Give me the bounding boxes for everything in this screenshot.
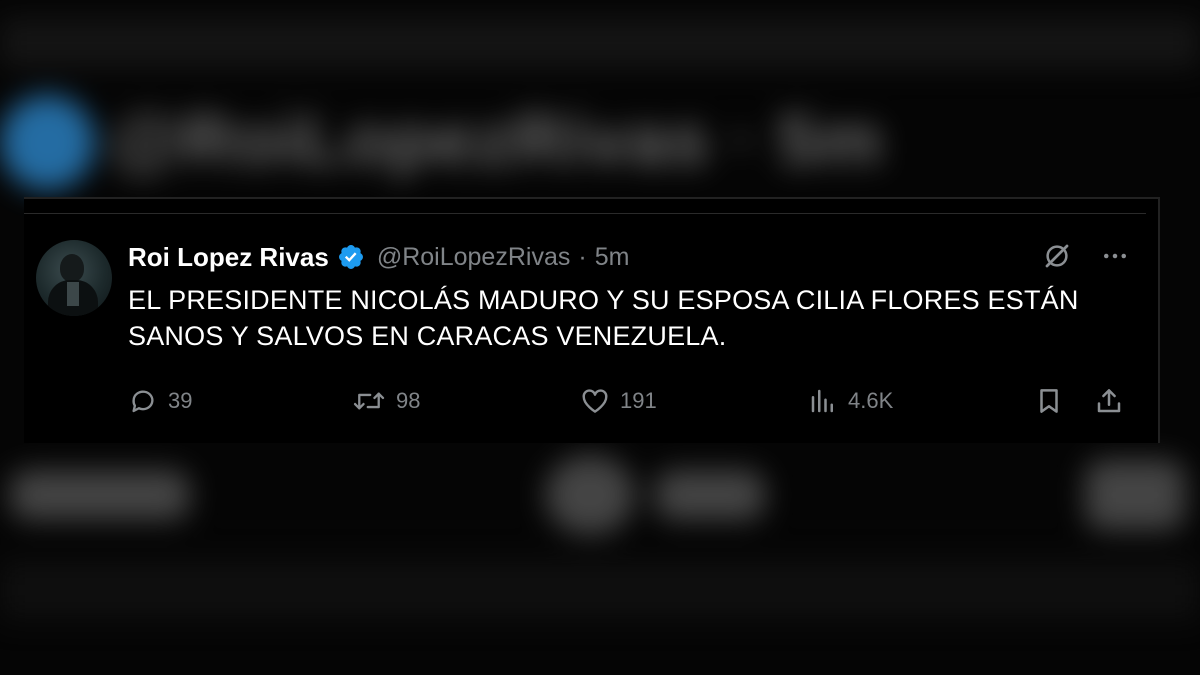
grok-icon[interactable] (1042, 241, 1072, 271)
blurred-retweet-blob (10, 470, 190, 520)
like-icon (582, 389, 608, 413)
views-icon (811, 389, 833, 413)
retweet-button[interactable]: 98 (352, 383, 420, 419)
card-divider (24, 213, 1146, 214)
blurred-like-blob (545, 455, 635, 535)
blurred-actions (0, 450, 1200, 540)
bookmark-icon (1040, 389, 1058, 413)
tweet-header: Roi Lopez Rivas @RoiLopezRivas · 5m (128, 239, 629, 275)
views-count: 4.6K (848, 388, 894, 413)
timestamp[interactable]: 5m (595, 243, 630, 272)
handle[interactable]: @RoiLopezRivas (377, 243, 571, 272)
retweet-icon (353, 392, 385, 410)
reply-count: 39 (168, 388, 193, 413)
blurred-name-text: @RoiLopezRivas · 5m (110, 101, 884, 181)
tweet-actions: 39 98 191 4.6K (128, 383, 1128, 419)
like-button[interactable]: 191 (580, 383, 657, 419)
tweet-text: EL PRESIDENTE NICOLÁS MADURO Y SU ESPOSA… (128, 285, 1079, 351)
share-icon (1097, 389, 1121, 413)
like-count: 191 (620, 388, 657, 413)
blurred-bottom-band (0, 560, 1200, 620)
bookmark-button[interactable] (1034, 383, 1074, 419)
reply-button[interactable]: 39 (128, 383, 192, 419)
tweet-top-icons (1042, 241, 1130, 271)
blurred-avatar (0, 95, 95, 190)
retweet-count: 98 (396, 388, 421, 413)
avatar[interactable] (36, 240, 112, 316)
reply-icon (132, 390, 154, 413)
display-name[interactable]: Roi Lopez Rivas (128, 242, 329, 273)
blurred-top-band (0, 18, 1200, 68)
views-button[interactable]: 4.6K (808, 383, 893, 419)
screenshot-stage: @RoiLopezRivas · 5m Roi Lopez Rivas @Roi… (0, 0, 1200, 675)
separator-dot: · (578, 242, 587, 271)
share-button[interactable] (1094, 383, 1134, 419)
blurred-share-blob (1085, 460, 1185, 530)
verified-badge-icon (338, 245, 363, 269)
tweet-card[interactable]: Roi Lopez Rivas @RoiLopezRivas · 5m EL P… (24, 197, 1160, 443)
more-icon[interactable] (1100, 241, 1130, 271)
blurred-count-blob (655, 470, 765, 520)
